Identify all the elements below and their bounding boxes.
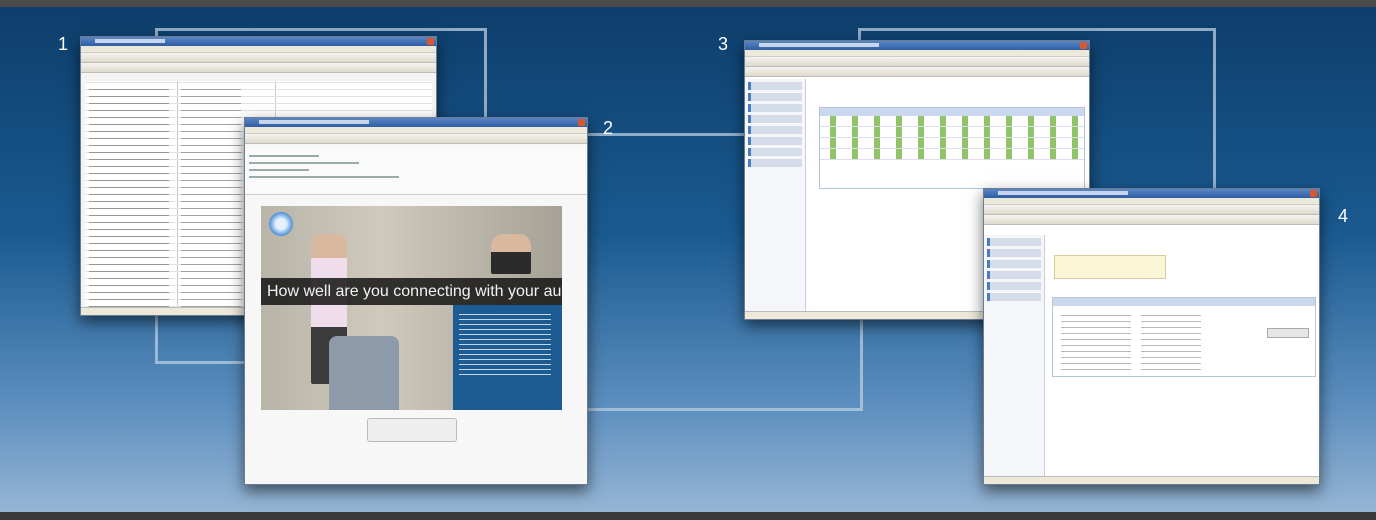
menu-bar[interactable] bbox=[745, 50, 1089, 57]
cell-text-column-b bbox=[181, 85, 241, 315]
toolbar[interactable] bbox=[745, 57, 1089, 67]
formula-bar[interactable] bbox=[81, 63, 436, 73]
address-bar[interactable] bbox=[745, 67, 1089, 77]
newsletter-headline: How well are you connecting with your au… bbox=[261, 278, 562, 305]
title-bar bbox=[745, 41, 1089, 50]
bottom-border bbox=[0, 512, 1376, 520]
close-icon[interactable] bbox=[578, 119, 585, 126]
label-4: 4 bbox=[1338, 206, 1349, 226]
label-2: 2 bbox=[603, 118, 614, 138]
close-icon[interactable] bbox=[1310, 190, 1317, 197]
logo-icon bbox=[269, 212, 293, 236]
chair-figure bbox=[329, 336, 399, 410]
footer-badge[interactable] bbox=[367, 418, 457, 442]
toolbar[interactable] bbox=[245, 134, 587, 144]
title-bar bbox=[984, 189, 1319, 198]
close-icon[interactable] bbox=[1080, 42, 1087, 49]
top-border bbox=[0, 0, 1376, 7]
table-row[interactable] bbox=[820, 138, 1084, 149]
menu-bar[interactable] bbox=[245, 127, 587, 134]
data-table[interactable] bbox=[819, 107, 1085, 189]
newsletter-image: How well are you connecting with your au… bbox=[261, 206, 562, 410]
detail-panel[interactable] bbox=[1052, 297, 1316, 377]
label-3: 3 bbox=[718, 34, 729, 54]
email-window[interactable]: How well are you connecting with your au… bbox=[244, 117, 588, 485]
title-bar bbox=[81, 37, 436, 46]
message-header bbox=[245, 150, 587, 195]
web-app-form-window[interactable] bbox=[983, 188, 1320, 485]
action-button[interactable] bbox=[1267, 328, 1309, 338]
title-bar bbox=[245, 118, 587, 127]
label-1: 1 bbox=[58, 34, 69, 54]
cell-text-column-a bbox=[89, 85, 169, 315]
summary-box bbox=[1054, 255, 1166, 279]
person-figure-2 bbox=[491, 234, 531, 274]
table-row[interactable] bbox=[820, 127, 1084, 138]
table-row[interactable] bbox=[820, 149, 1084, 160]
table-row[interactable] bbox=[820, 116, 1084, 127]
address-bar[interactable] bbox=[984, 215, 1319, 225]
close-icon[interactable] bbox=[427, 38, 434, 45]
toolbar[interactable] bbox=[81, 53, 436, 63]
sidebar[interactable] bbox=[984, 235, 1045, 484]
sidebar[interactable] bbox=[745, 79, 806, 319]
menu-bar[interactable] bbox=[81, 46, 436, 53]
newsletter-text-panel bbox=[453, 305, 562, 410]
menu-bar[interactable] bbox=[984, 198, 1319, 205]
toolbar[interactable] bbox=[984, 205, 1319, 215]
status-bar bbox=[984, 476, 1319, 484]
